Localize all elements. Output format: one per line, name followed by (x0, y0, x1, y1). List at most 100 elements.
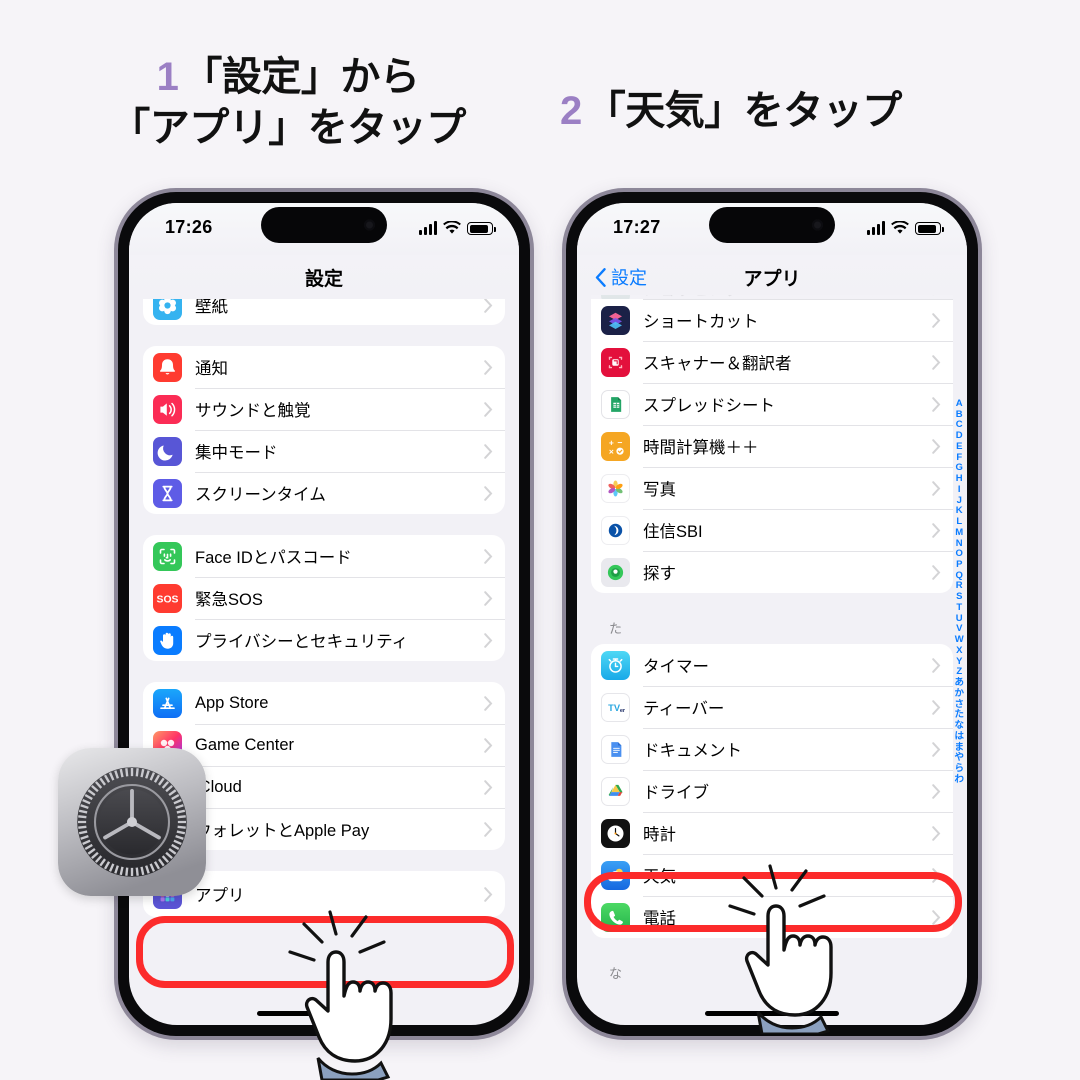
tap-hand-cursor (718, 862, 868, 1036)
svg-text:−: − (618, 437, 623, 447)
clock-icon (601, 818, 630, 848)
find-my-icon (601, 557, 630, 587)
list-item-label: 時計 (643, 826, 676, 844)
page-title: 設定 (304, 269, 343, 290)
list-item[interactable]: スプレッドシート (591, 383, 953, 425)
list-item-label: 壁紙 (195, 299, 228, 316)
chevron-right-icon (932, 699, 941, 715)
list-item-label: プライバシーとセキュリティ (195, 633, 409, 651)
tutorial-canvas: 1 「設定」から 「アプリ」をタップ 2 「天気」をタップ 17:26 設定 壁… (0, 0, 1080, 1080)
tap-hand-cursor (278, 908, 428, 1080)
privacy-hand-icon (153, 625, 182, 655)
status-indicators (867, 217, 944, 235)
index-letter[interactable]: M (955, 527, 963, 539)
list-item[interactable]: プライバシーとセキュリティ (143, 619, 505, 661)
step-1-line-2: 「アプリ」をタップ (110, 106, 466, 151)
wifi-icon (891, 221, 909, 235)
settings-gear-icon (58, 748, 206, 896)
list-item[interactable]: 写真 (591, 467, 953, 509)
list-item[interactable]: 壁紙 (143, 299, 505, 325)
status-bar-left: 17:26 (129, 203, 519, 255)
chevron-right-icon (484, 485, 493, 501)
app-store-icon (153, 688, 182, 718)
list-item-label: 写真 (643, 481, 676, 499)
dynamic-island (709, 207, 835, 243)
notifications-bell-icon (153, 352, 182, 382)
list-item[interactable]: 探す (591, 551, 953, 593)
chevron-right-icon (932, 657, 941, 673)
index-letter[interactable]: わ (954, 774, 964, 786)
list-item[interactable]: サウンドと触覚 (143, 388, 505, 430)
list-item-label: ショートカット (643, 313, 759, 331)
drive-icon (601, 776, 630, 806)
focus-moon-icon (153, 436, 182, 466)
list-item-label: スクリーンタイム (195, 486, 326, 504)
nav-bar-left: 設定 (129, 255, 519, 299)
chevron-right-icon (932, 438, 941, 454)
list-item[interactable]: 住信SBI (591, 509, 953, 551)
chevron-right-icon (932, 909, 941, 925)
list-item[interactable]: ドライブ (591, 770, 953, 812)
list-item-label: サウンドと触覚 (195, 402, 311, 420)
list-item[interactable]: ショートカット (591, 299, 953, 341)
shortcuts-icon (601, 305, 630, 335)
list-item-label: ドキュメント (643, 742, 742, 760)
tver-icon: TV er (601, 692, 630, 722)
step-2-number: 2 (560, 89, 582, 133)
list-item[interactable]: タイマー (591, 644, 953, 686)
face-id-icon (153, 541, 182, 571)
step-1-number: 1 (156, 55, 179, 99)
chevron-right-icon (484, 779, 493, 795)
list-item[interactable]: ドキュメント (591, 728, 953, 770)
list-item[interactable]: 集中モード (143, 430, 505, 472)
list-item[interactable]: App Store (143, 682, 505, 724)
alphabet-index[interactable]: ABCDEFGHIJKLMNOPQRSTUVWXYZあかさたなはまやらわ (954, 398, 964, 786)
time-calculator-icon: + − × (601, 431, 630, 461)
index-letter[interactable]: は (954, 731, 964, 743)
chevron-right-icon (484, 737, 493, 753)
list-item-label: Game Center (195, 735, 295, 754)
chevron-right-icon (932, 396, 941, 412)
settings-group-notifications: 通知 サウンドと触覚 集中モード スクリーンタイム (143, 346, 505, 514)
list-item[interactable]: Face IDとパスコード (143, 535, 505, 577)
list-item[interactable]: スキャナー＆翻訳者 (591, 341, 953, 383)
status-time: 17:27 (613, 217, 661, 237)
chevron-right-icon (932, 312, 941, 328)
front-camera-icon (812, 219, 823, 231)
list-item[interactable]: スクリーンタイム (143, 472, 505, 514)
emergency-sos-icon: SOS (153, 583, 182, 613)
chevron-right-icon (484, 886, 493, 902)
spreadsheet-icon (601, 389, 630, 419)
chevron-right-icon (484, 401, 493, 417)
cellular-bars-icon (867, 221, 885, 235)
phone-left-screen: 17:26 設定 壁紙 通知 サウンドと触覚 集中モード スクリーンタイム Fa… (129, 203, 519, 1025)
sound-haptics-icon (153, 394, 182, 424)
apps-group-sa: ショッピング ショートカット スキャナー＆翻訳者 (591, 295, 953, 593)
list-item-label: 探す (643, 565, 676, 583)
list-item[interactable]: TV er ティーバー (591, 686, 953, 728)
chevron-right-icon (932, 480, 941, 496)
index-letter[interactable]: か (954, 688, 964, 700)
chevron-right-icon (932, 354, 941, 370)
timer-icon (601, 650, 630, 680)
list-item[interactable]: 通知 (143, 346, 505, 388)
battery-icon (467, 222, 496, 235)
chevron-right-icon (932, 825, 941, 841)
photos-icon (601, 473, 630, 503)
step-2-text: 「天気」をタップ (585, 89, 903, 133)
index-letter[interactable]: I (958, 484, 961, 496)
chevron-right-icon (484, 590, 493, 606)
list-item-label: iCloud (195, 777, 242, 796)
list-item-label: App Store (195, 693, 269, 712)
step-1-heading: 1 「設定」から 「アプリ」をタップ (28, 52, 548, 154)
index-letter[interactable]: X (956, 645, 962, 657)
list-item-label: 時間計算機＋＋ (643, 439, 759, 457)
list-item[interactable]: + − × 時間計算機＋＋ (591, 425, 953, 467)
settings-group-security: Face IDとパスコード SOS 緊急SOS プライバシーとセキュリティ (143, 535, 505, 661)
chevron-right-icon (932, 783, 941, 799)
list-item-label: ティーバー (643, 700, 725, 718)
status-indicators (419, 217, 496, 235)
chevron-right-icon (932, 522, 941, 538)
list-item[interactable]: SOS 緊急SOS (143, 577, 505, 619)
list-item[interactable]: 時計 (591, 812, 953, 854)
